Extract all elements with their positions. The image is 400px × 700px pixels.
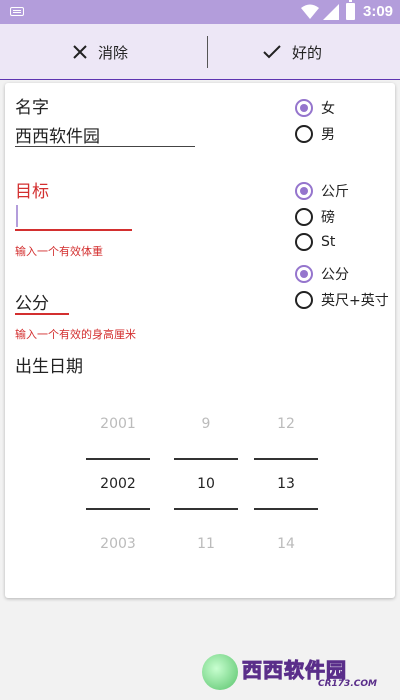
- picker-divider: [86, 508, 150, 510]
- radio-label: 公分: [321, 267, 349, 283]
- radio-label: 磅: [321, 210, 335, 226]
- check-icon: [263, 45, 281, 59]
- radio-unchecked-icon: [295, 125, 313, 143]
- radio-unchecked-icon: [295, 291, 313, 309]
- name-field[interactable]: 西西软件园: [15, 122, 100, 147]
- radio-gender-female[interactable]: 女: [295, 98, 335, 118]
- radio-unit-ft-in[interactable]: 英尺+英寸: [295, 290, 389, 310]
- status-time: 3:09: [363, 3, 394, 20]
- picker-item-next[interactable]: 14: [254, 536, 318, 552]
- goal-weight-error: 输入一个有效体重: [15, 245, 103, 258]
- radio-checked-icon: [295, 265, 313, 283]
- radio-label: 公斤: [321, 184, 349, 200]
- status-bar: 3:09: [0, 0, 400, 24]
- action-bar-divider: [207, 36, 208, 68]
- close-icon: [73, 45, 87, 59]
- watermark-logo: 西西软件园 CR173.COM: [200, 652, 385, 692]
- ok-label: 好的: [292, 43, 323, 62]
- picker-item-next[interactable]: 2003: [86, 536, 150, 552]
- keyboard-icon: [10, 7, 24, 16]
- date-of-birth-label: 出生日期: [15, 357, 83, 377]
- signal-icon: [323, 4, 339, 20]
- height-error: 输入一个有效的身高厘米: [15, 328, 136, 341]
- cancel-label: 消除: [98, 43, 129, 62]
- radio-unit-lb[interactable]: 磅: [295, 207, 335, 227]
- month-picker[interactable]: 9 10 11: [174, 400, 238, 570]
- watermark-domain: CR173.COM: [318, 679, 377, 689]
- height-field-underline: [15, 313, 69, 315]
- battery-icon: [346, 0, 355, 20]
- name-label: 名字: [15, 98, 49, 118]
- picker-item-prev[interactable]: 12: [254, 416, 318, 432]
- text-cursor: [16, 205, 18, 227]
- picker-item-selected[interactable]: 13: [254, 476, 318, 492]
- goal-label: 目标: [15, 182, 49, 202]
- height-field[interactable]: 公分: [15, 289, 49, 314]
- ok-button[interactable]: 好的: [262, 24, 322, 80]
- day-picker[interactable]: 12 13 14: [254, 400, 318, 570]
- radio-unchecked-icon: [295, 233, 313, 251]
- picker-item-next[interactable]: 11: [174, 536, 238, 552]
- picker-item-selected[interactable]: 2002: [86, 476, 150, 492]
- radio-unit-cm[interactable]: 公分: [295, 264, 349, 284]
- picker-divider: [86, 458, 150, 460]
- radio-label: 英尺+英寸: [321, 293, 389, 309]
- year-picker[interactable]: 2001 2002 2003: [86, 400, 150, 570]
- radio-checked-icon: [295, 99, 313, 117]
- radio-unit-st[interactable]: St: [295, 233, 335, 251]
- radio-label: St: [321, 234, 336, 250]
- wifi-icon: [301, 4, 319, 19]
- picker-divider: [254, 458, 318, 460]
- radio-unchecked-icon: [295, 208, 313, 226]
- goal-weight-input[interactable]: [15, 203, 132, 231]
- picker-item-prev[interactable]: 9: [174, 416, 238, 432]
- picker-divider: [174, 508, 238, 510]
- picker-item-prev[interactable]: 2001: [86, 416, 150, 432]
- radio-label: 女: [321, 101, 335, 117]
- radio-unit-kg[interactable]: 公斤: [295, 181, 349, 201]
- radio-checked-icon: [295, 182, 313, 200]
- cancel-button[interactable]: 消除: [72, 24, 128, 80]
- picker-divider: [254, 508, 318, 510]
- action-bar: 消除 好的: [0, 24, 400, 80]
- name-field-underline: [15, 146, 195, 147]
- picker-item-selected[interactable]: 10: [174, 476, 238, 492]
- radio-label: 男: [321, 127, 335, 143]
- radio-gender-male[interactable]: 男: [295, 124, 335, 144]
- logo-icon: [202, 654, 238, 690]
- picker-divider: [174, 458, 238, 460]
